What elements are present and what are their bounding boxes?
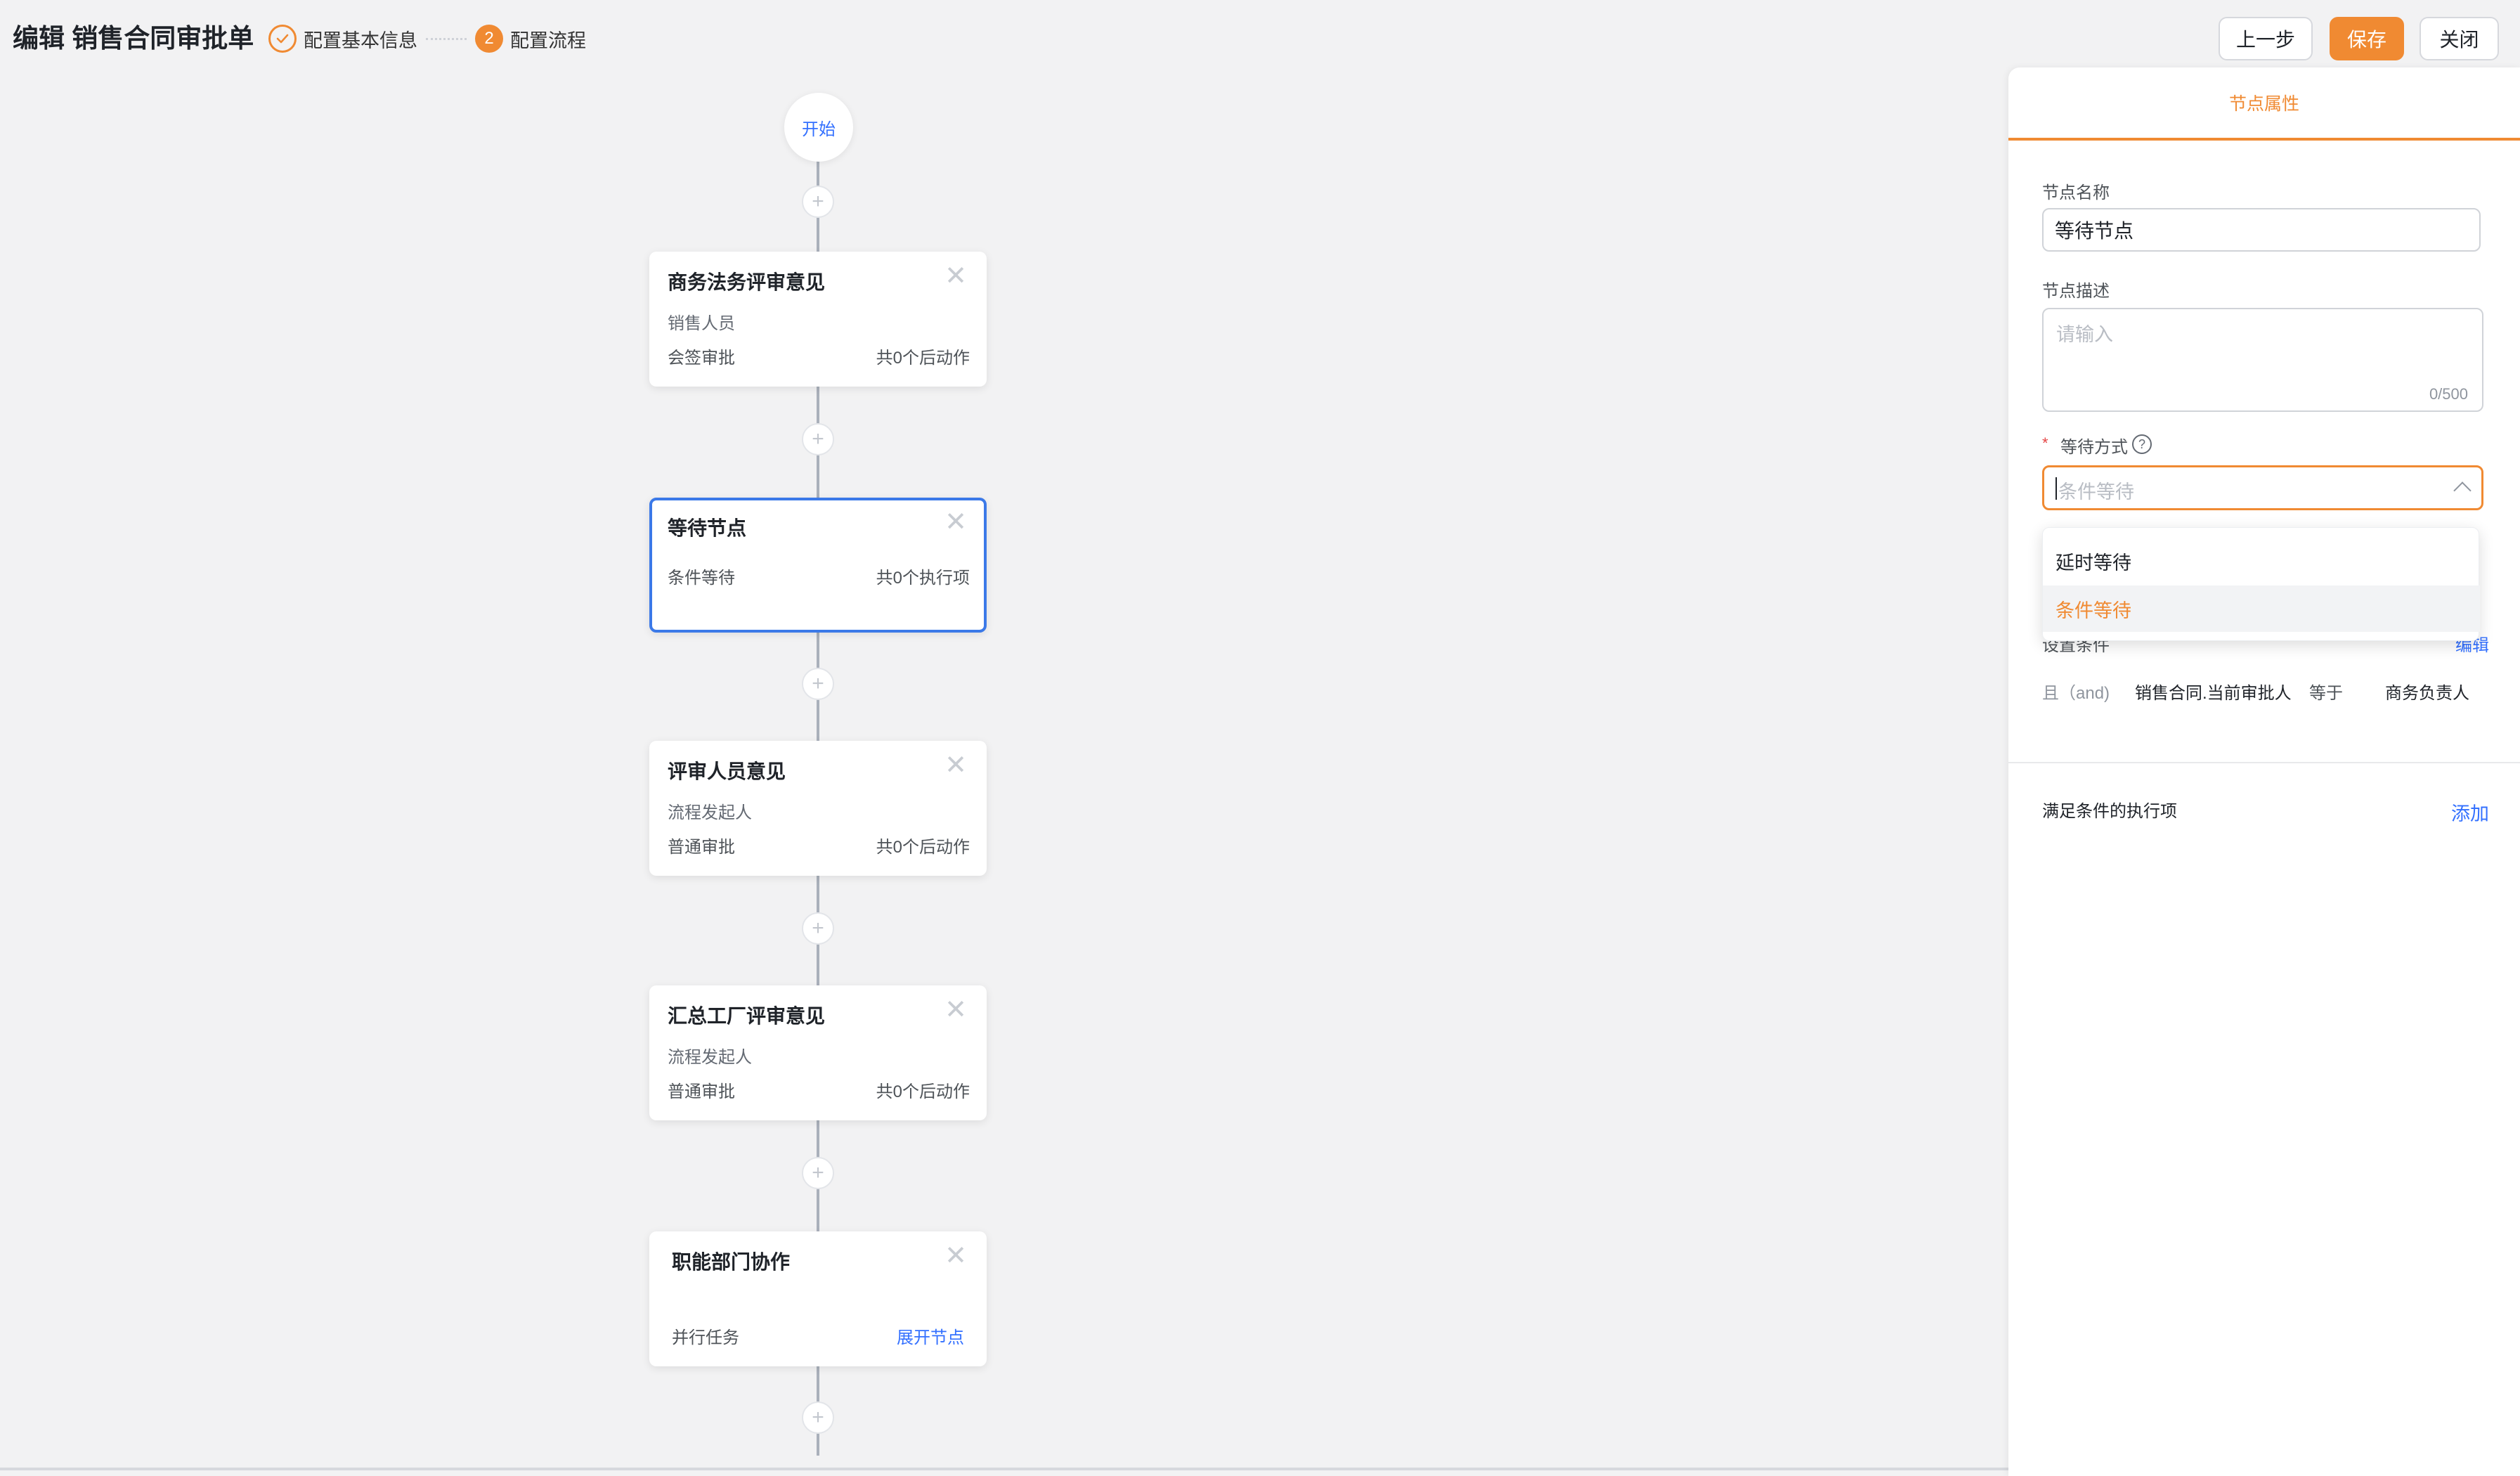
add-node-button[interactable]: + — [802, 668, 834, 700]
step-label: 配置基本信息 — [304, 30, 417, 51]
step-label: 配置流程 — [510, 30, 586, 51]
close-icon[interactable]: ✕ — [944, 509, 967, 536]
node-name-input[interactable]: 等待节点 — [2042, 208, 2481, 252]
condition-conjunction: 且（and) — [2042, 684, 2110, 703]
chevron-up-icon — [2453, 481, 2472, 500]
node-title: 评审人员意见 — [668, 760, 786, 782]
node-type: 普通审批 — [668, 838, 735, 857]
condition-row: 且（and) 销售合同.当前审批人 等于 商务负责人 — [2042, 679, 2492, 704]
node-properties-panel: 节点属性 节点名称 等待节点 节点描述 请输入 0/500 * 等待方式 ? 条… — [2008, 67, 2520, 1476]
node-type: 并行任务 — [672, 1328, 739, 1347]
close-icon[interactable]: ✕ — [944, 1243, 967, 1269]
node-meta: 共0个后动作 — [876, 349, 970, 368]
node-title: 职能部门协作 — [672, 1251, 791, 1273]
expand-node-link[interactable]: 展开节点 — [897, 1323, 964, 1348]
canvas-bottom-edge — [0, 1468, 2008, 1470]
step-config-flow[interactable]: 2 配置流程 — [475, 22, 586, 55]
add-node-button[interactable]: + — [802, 1401, 834, 1434]
char-counter: 0/500 — [2429, 385, 2468, 403]
node-assignee: 流程发起人 — [668, 803, 752, 822]
prev-step-button[interactable]: 上一步 — [2219, 17, 2313, 60]
page-title: 编辑 销售合同审批单 — [13, 24, 254, 53]
close-icon[interactable]: ✕ — [944, 263, 967, 290]
node-meta: 共0个执行项 — [876, 569, 970, 588]
close-icon[interactable]: ✕ — [944, 752, 967, 779]
flow-node-parallel[interactable]: 职能部门协作 ✕ 并行任务 展开节点 — [649, 1231, 987, 1366]
wait-mode-dropdown: 延时等待 条件等待 — [2042, 527, 2480, 641]
add-node-button[interactable]: + — [802, 423, 834, 455]
step-basic-info[interactable]: 配置基本信息 — [268, 22, 417, 55]
node-assignee: 销售人员 — [668, 314, 735, 333]
desc-placeholder: 请输入 — [2056, 324, 2113, 345]
condition-field: 销售合同.当前审批人 — [2135, 684, 2292, 703]
required-mark: * — [2042, 434, 2048, 452]
save-button[interactable]: 保存 — [2330, 17, 2404, 60]
help-icon[interactable]: ? — [2132, 434, 2152, 454]
node-assignee: 流程发起人 — [668, 1048, 752, 1067]
flow-node-selected[interactable]: 等待节点 ✕ 条件等待 共0个执行项 — [649, 498, 987, 633]
condition-value: 商务负责人 — [2385, 684, 2469, 703]
node-type: 会签审批 — [668, 349, 735, 368]
flow-node[interactable]: 商务法务评审意见 ✕ 销售人员 会签审批 共0个后动作 — [649, 252, 987, 387]
node-meta: 共0个后动作 — [876, 1082, 970, 1101]
exec-items-label: 满足条件的执行项 — [2042, 802, 2177, 821]
close-button[interactable]: 关闭 — [2420, 17, 2499, 60]
text-cursor — [2055, 477, 2057, 500]
dropdown-option[interactable]: 延时等待 — [2043, 538, 2480, 584]
node-name-label: 节点名称 — [2042, 183, 2110, 202]
flow-node[interactable]: 评审人员意见 ✕ 流程发起人 普通审批 共0个后动作 — [649, 741, 987, 876]
add-exec-item-link[interactable]: 添加 — [2451, 798, 2489, 826]
node-meta: 共0个后动作 — [876, 838, 970, 857]
close-icon[interactable]: ✕ — [944, 997, 967, 1023]
start-node[interactable]: 开始 — [784, 93, 853, 162]
flow-node[interactable]: 汇总工厂评审意见 ✕ 流程发起人 普通审批 共0个后动作 — [649, 985, 987, 1120]
tab-node-properties[interactable]: 节点属性 — [2008, 67, 2520, 141]
add-node-button[interactable]: + — [802, 1157, 834, 1189]
check-circle-icon — [268, 25, 297, 53]
dropdown-option-selected[interactable]: 条件等待 — [2043, 585, 2480, 632]
section-divider — [2008, 762, 2520, 763]
node-desc-label: 节点描述 — [2042, 282, 2110, 301]
node-title: 汇总工厂评审意见 — [668, 1005, 826, 1027]
add-node-button[interactable]: + — [802, 186, 834, 218]
add-node-button[interactable]: + — [802, 912, 834, 945]
node-title: 商务法务评审意见 — [668, 271, 826, 293]
wait-mode-label: 等待方式 — [2060, 438, 2128, 457]
node-type: 条件等待 — [668, 569, 735, 588]
step-number: 2 — [475, 25, 503, 53]
node-title: 等待节点 — [668, 517, 747, 539]
node-type: 普通审批 — [668, 1082, 735, 1101]
condition-operator: 等于 — [2309, 684, 2343, 703]
wait-mode-select[interactable]: 条件等待 — [2042, 465, 2483, 510]
node-desc-textarea[interactable]: 请输入 0/500 — [2042, 308, 2483, 412]
select-placeholder: 条件等待 — [2058, 481, 2134, 503]
step-connector — [426, 38, 467, 40]
header-bar: 编辑 销售合同审批单 配置基本信息 2 配置流程 上一步 保存 关闭 — [0, 0, 2520, 76]
